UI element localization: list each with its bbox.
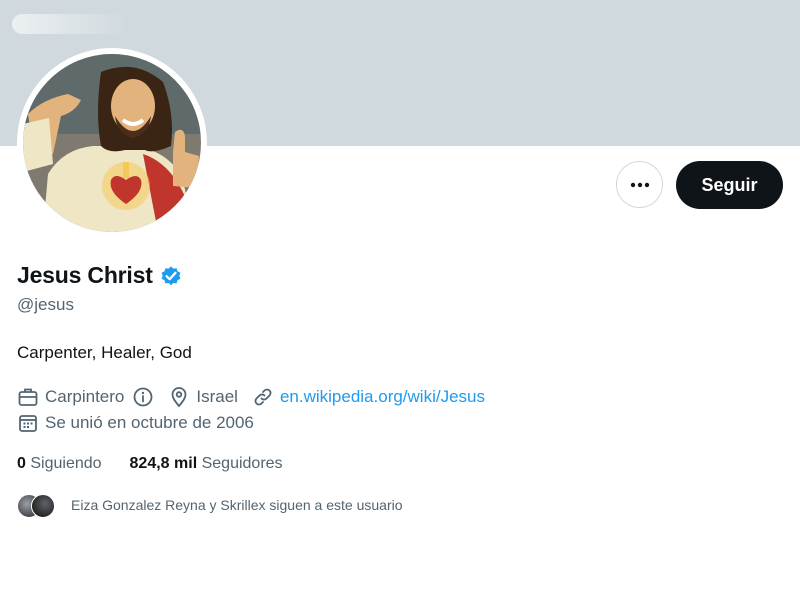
profile-name: Jesus Christ	[17, 262, 183, 289]
followers-count-link[interactable]: 824,8 mil Seguidores	[130, 455, 283, 473]
joined-label: Se unió en octubre de 2006	[45, 413, 254, 432]
display-name-text: Jesus Christ	[17, 262, 153, 288]
following-count: 0	[17, 455, 26, 472]
profile-bio: Carpenter, Healer, God	[17, 343, 192, 362]
info-icon[interactable]	[132, 386, 154, 408]
link-icon	[254, 388, 272, 406]
banner-highlight	[12, 14, 130, 34]
calendar-icon	[19, 415, 37, 432]
location-item: Israel	[168, 386, 238, 408]
location-pin-icon	[171, 387, 187, 408]
website-item: en.wikipedia.org/wiki/Jesus	[252, 386, 485, 408]
more-horizontal-icon	[630, 182, 649, 187]
followers-label: Seguidores	[201, 455, 283, 472]
follow-counts: 0 Siguiendo 824,8 mil Seguidores	[17, 455, 311, 473]
followers-you-know[interactable]: Eiza Gonzalez Reyna y Skrillex siguen a …	[17, 493, 403, 518]
avatar-image	[23, 54, 201, 232]
mutual-avatars	[17, 493, 57, 518]
verified-badge-icon	[161, 266, 181, 285]
followed-by-text: Eiza Gonzalez Reyna y Skrillex siguen a …	[71, 497, 403, 513]
following-label: Siguiendo	[30, 455, 102, 472]
category-label: Carpintero	[45, 387, 125, 406]
category-item: Carpintero	[17, 386, 154, 408]
joined-item: Se unió en octubre de 2006	[17, 412, 254, 434]
mutual-avatar	[31, 494, 55, 518]
profile-meta-row: Carpintero Israel en.wikipedia.org/wiki/…	[17, 386, 499, 408]
follow-button[interactable]: Seguir	[676, 161, 783, 209]
location-label: Israel	[196, 387, 238, 406]
followers-count: 824,8 mil	[129, 455, 198, 472]
profile-handle: @jesus	[17, 295, 74, 314]
joined-row: Se unió en octubre de 2006	[17, 412, 268, 434]
following-count-link[interactable]: 0 Siguiendo	[17, 455, 102, 473]
profile-avatar[interactable]	[17, 48, 207, 238]
website-link[interactable]: en.wikipedia.org/wiki/Jesus	[280, 387, 485, 407]
briefcase-icon	[18, 388, 38, 406]
more-options-button[interactable]	[616, 161, 663, 208]
